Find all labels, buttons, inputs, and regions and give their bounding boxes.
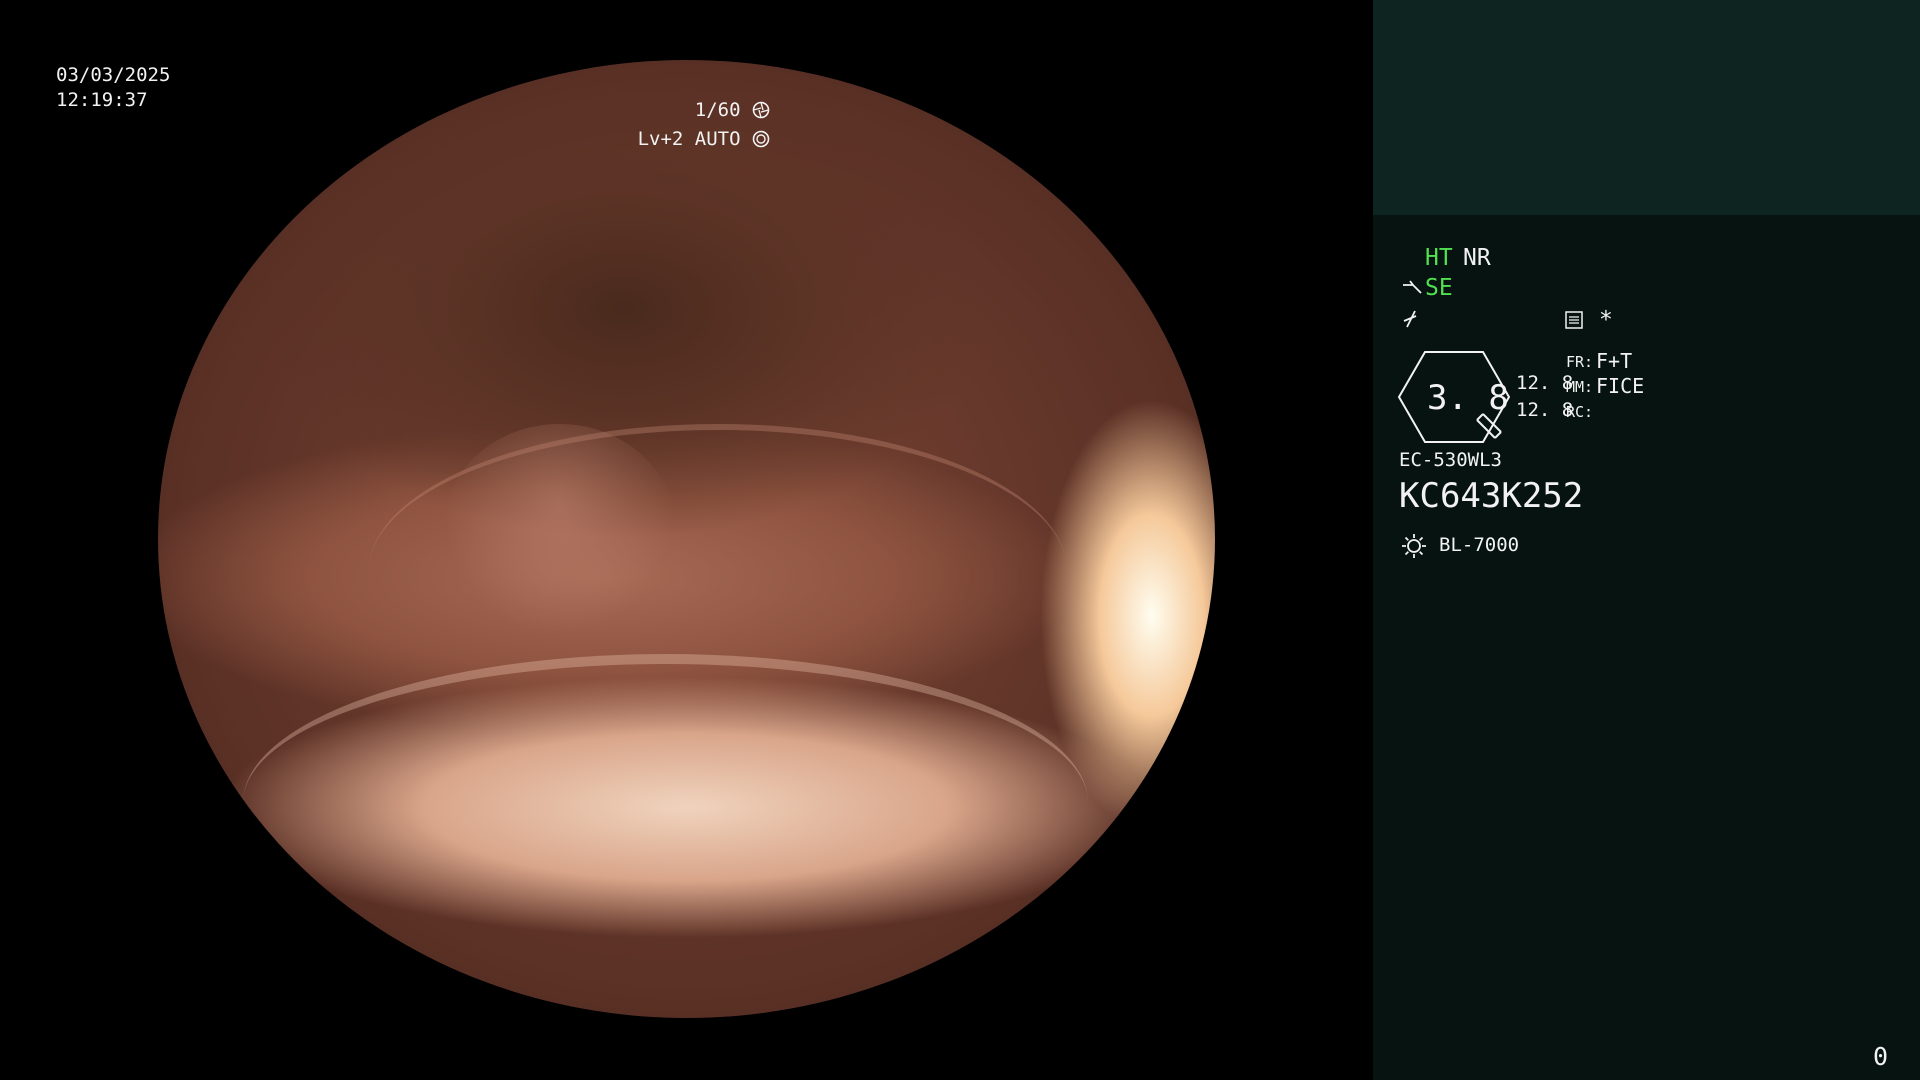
- panel-header: [1373, 0, 1920, 215]
- light-source-icon: [1402, 534, 1426, 558]
- exam-time: 12:19:37: [56, 89, 148, 111]
- fr-setting: F+T: [1596, 349, 1633, 373]
- exposure-setting: Lv+2 AUTO: [638, 130, 770, 149]
- nr-mode-label: NR: [1463, 245, 1491, 271]
- scope-tip-icon: [1403, 280, 1422, 294]
- enhance-icon: [1403, 310, 1417, 328]
- mm-setting: FICE: [1596, 374, 1645, 398]
- ht-mode-label: HT: [1425, 245, 1453, 271]
- polyp-lesion: [443, 424, 676, 635]
- image-counter: 0: [1873, 1042, 1889, 1071]
- status-panel: HT NR SE * 3. 8 12. 8 12. 8 FR: F+T MM: …: [1373, 0, 1920, 1080]
- aperture-icon: [752, 101, 770, 119]
- zoom-value: 3. 8: [1427, 378, 1509, 418]
- se-mode-label: SE: [1425, 275, 1453, 301]
- mucosal-fold: [242, 653, 1089, 951]
- rc-label: RC:: [1566, 403, 1594, 421]
- fr-label: FR:: [1566, 353, 1594, 371]
- mm-label: MM:: [1566, 378, 1594, 396]
- memo-icon: [1565, 311, 1583, 329]
- endoscopic-image: [158, 60, 1215, 1018]
- mm-value-left: 12. 8: [1516, 399, 1574, 421]
- light-source-model: BL-7000: [1439, 534, 1520, 556]
- scope-model: EC-530WL3: [1399, 449, 1502, 471]
- exam-date: 03/03/2025: [56, 64, 171, 86]
- star-marker: *: [1599, 307, 1613, 333]
- iris-icon: [752, 130, 770, 148]
- scope-serial: KC643K252: [1399, 476, 1584, 516]
- endoscope-video-area: 03/03/2025 12:19:37 1/60 Lv+2 AUTO: [0, 0, 1373, 1080]
- fr-value-left: 12. 8: [1516, 372, 1574, 394]
- shutter-speed: 1/60: [695, 101, 770, 120]
